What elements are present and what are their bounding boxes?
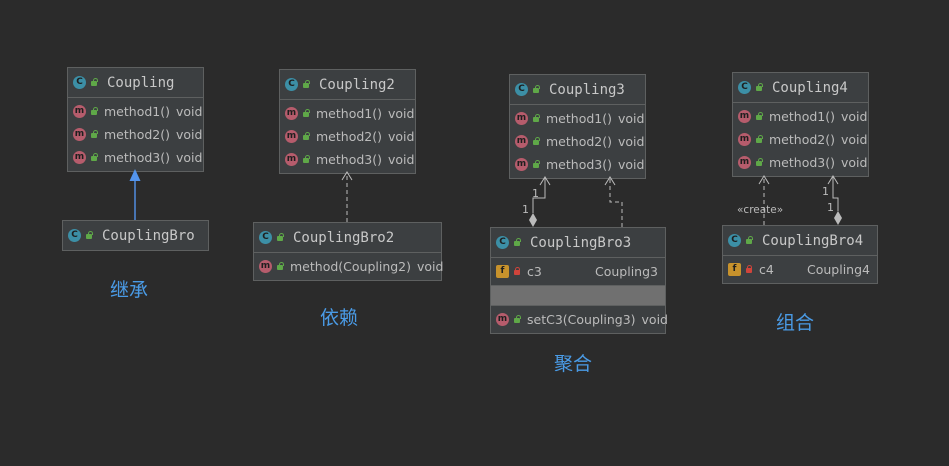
composition-diamond	[834, 211, 842, 225]
inheritance-arrowhead	[129, 169, 141, 181]
caption-inheritance: 继承	[110, 279, 149, 301]
create-stereotype-label: «create»	[737, 204, 783, 216]
caption-aggregation: 聚合	[554, 353, 593, 375]
composition-multiplicity-source: 1	[827, 201, 834, 214]
caption-dependency: 依赖	[320, 307, 359, 329]
dependency-edge[interactable]	[341, 171, 353, 222]
aggregation-edge[interactable]	[529, 176, 551, 227]
caption-composition: 组合	[776, 312, 815, 334]
aggregation-multiplicity-source: 1	[522, 203, 529, 216]
relationship-lines: 1 1 1 1 «create»	[129, 169, 842, 227]
aggregation-multiplicity-target: 1	[532, 187, 539, 200]
aggregation-diamond	[529, 213, 537, 227]
dependency-edge[interactable]	[604, 176, 623, 227]
create-dependency-edge[interactable]	[758, 175, 770, 225]
composition-multiplicity-target: 1	[822, 185, 829, 198]
inheritance-edge[interactable]	[129, 169, 141, 220]
